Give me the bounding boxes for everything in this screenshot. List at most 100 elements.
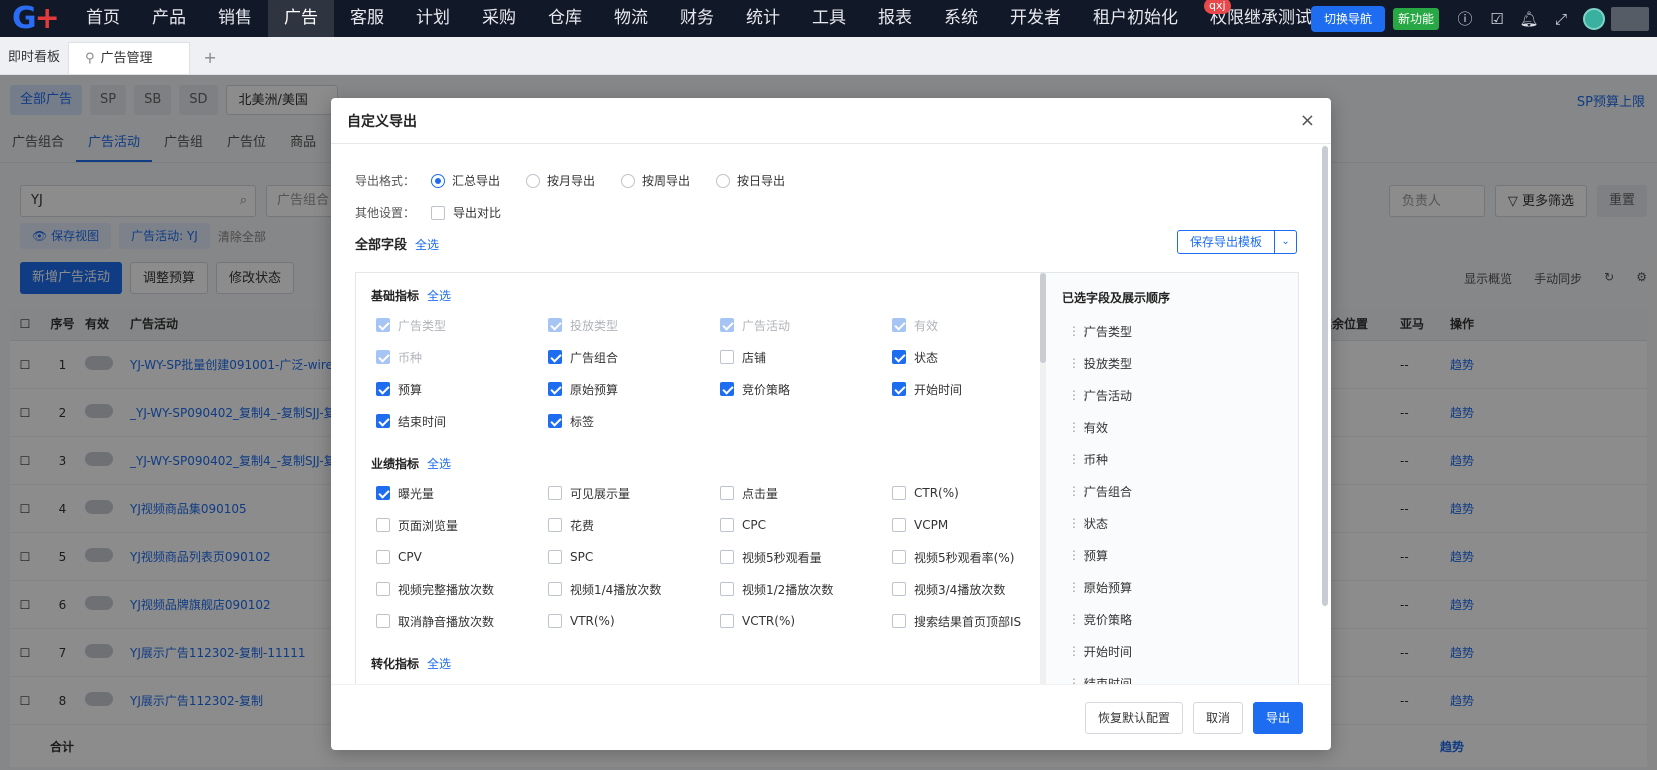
chevron-down-icon[interactable]: ⌄: [1275, 230, 1298, 254]
field-option[interactable]: 视频3/4播放次数: [892, 573, 1040, 605]
selected-field-item[interactable]: ⋮⋮ 结束时间: [1068, 667, 1288, 684]
export-compare-checkbox[interactable]: [431, 205, 445, 220]
field-checkbox[interactable]: [892, 550, 906, 564]
radio-button[interactable]: [431, 173, 445, 188]
fullscreen-icon[interactable]: ⤢: [1545, 10, 1577, 28]
field-option[interactable]: 视频1/2播放次数: [720, 573, 892, 605]
field-option[interactable]: 状态: [892, 341, 1040, 373]
new-feature-button[interactable]: 新功能: [1392, 7, 1439, 30]
field-checkbox[interactable]: [376, 614, 390, 628]
field-option[interactable]: 搜索结果首页顶部IS: [892, 605, 1040, 637]
user-name-block[interactable]: [1611, 6, 1649, 31]
selected-field-item[interactable]: ⋮⋮ 开始时间: [1068, 635, 1288, 667]
field-checkbox[interactable]: [720, 582, 734, 596]
field-checkbox[interactable]: [892, 382, 906, 396]
selected-field-item[interactable]: ⋮⋮ 投放类型: [1068, 347, 1288, 379]
export-button[interactable]: 导出: [1252, 701, 1303, 734]
radio-button[interactable]: [716, 173, 731, 188]
field-option[interactable]: 开始时间: [892, 373, 1040, 405]
field-option[interactable]: 直接成交销售额: [548, 677, 720, 684]
nav-item[interactable]: 开发者: [994, 0, 1077, 37]
nav-item[interactable]: 采购: [466, 0, 532, 37]
drag-handle-icon[interactable]: ⋮⋮: [1068, 452, 1091, 466]
nav-item[interactable]: 计划: [400, 0, 466, 37]
selected-field-item[interactable]: ⋮⋮ 原始预算: [1068, 571, 1288, 603]
group-select-all-link[interactable]: 全选: [427, 289, 451, 303]
selected-field-item[interactable]: ⋮⋮ 广告组合: [1068, 475, 1288, 507]
restore-default-button[interactable]: 恢复默认配置: [1084, 701, 1183, 734]
task-check-icon[interactable]: ☑: [1481, 10, 1513, 28]
app-logo[interactable]: G+: [0, 0, 70, 37]
format-radio[interactable]: 按日导出: [716, 172, 785, 189]
field-checkbox[interactable]: [548, 486, 562, 500]
field-option[interactable]: 结束时间: [376, 405, 548, 437]
field-checkbox[interactable]: [548, 582, 562, 596]
selected-field-item[interactable]: ⋮⋮ 预算: [1068, 539, 1288, 571]
radio-button[interactable]: [526, 173, 541, 188]
drag-handle-icon[interactable]: ⋮⋮: [1068, 644, 1091, 658]
field-checkbox[interactable]: [892, 350, 906, 364]
field-option[interactable]: 视频5秒观看率(%): [892, 541, 1040, 573]
nav-item[interactable]: 销售: [202, 0, 268, 37]
field-option[interactable]: VTR(%): [548, 605, 720, 637]
switch-navigation-button[interactable]: 切换导航: [1310, 5, 1385, 32]
field-checkbox[interactable]: [892, 518, 906, 532]
drag-handle-icon[interactable]: ⋮⋮: [1068, 676, 1091, 684]
add-tab-button[interactable]: +: [190, 42, 230, 74]
nav-item[interactable]: 客服: [334, 0, 400, 37]
field-option[interactable]: 原始预算: [548, 373, 720, 405]
selected-field-item[interactable]: ⋮⋮ 广告活动: [1068, 379, 1288, 411]
tab-dashboard[interactable]: 即时看板: [0, 42, 68, 74]
nav-item[interactable]: 工具: [796, 0, 862, 37]
field-option[interactable]: 页面浏览量: [376, 509, 548, 541]
field-checkbox[interactable]: [720, 550, 734, 564]
cancel-button[interactable]: 取消: [1192, 701, 1243, 734]
field-option[interactable]: 点击量: [720, 477, 892, 509]
field-option[interactable]: VCTR(%): [720, 605, 892, 637]
drag-handle-icon[interactable]: ⋮⋮: [1068, 548, 1091, 562]
nav-item[interactable]: 首页: [70, 0, 136, 37]
nav-item[interactable]: 广告: [268, 0, 334, 37]
field-option[interactable]: CPC: [720, 509, 892, 541]
selected-field-item[interactable]: ⋮⋮ 币种: [1068, 443, 1288, 475]
field-checkbox[interactable]: [548, 550, 562, 564]
field-option[interactable]: 广告组合: [548, 341, 720, 373]
field-option[interactable]: ACOS(%): [892, 677, 1040, 684]
group-select-all-link[interactable]: 全选: [427, 657, 451, 671]
format-radio[interactable]: 按周导出: [621, 172, 690, 189]
field-option[interactable]: 标签: [548, 405, 720, 437]
field-checkbox[interactable]: [548, 414, 562, 428]
info-icon[interactable]: ⓘ: [1449, 8, 1481, 29]
drag-handle-icon[interactable]: ⋮⋮: [1068, 516, 1091, 530]
group-select-all-link[interactable]: 全选: [427, 457, 451, 471]
drag-handle-icon[interactable]: ⋮⋮: [1068, 580, 1091, 594]
drag-handle-icon[interactable]: ⋮⋮: [1068, 484, 1091, 498]
select-all-fields-link[interactable]: 全选: [415, 238, 439, 252]
field-checkbox[interactable]: [376, 486, 390, 500]
field-checkbox[interactable]: [548, 350, 562, 364]
field-option[interactable]: 竞价策略: [720, 373, 892, 405]
nav-item[interactable]: 仓库: [532, 0, 598, 37]
dialog-scrollbar[interactable]: [1322, 146, 1328, 606]
field-option[interactable]: 间接成交销售额: [720, 677, 892, 684]
field-option[interactable]: 视频完整播放次数: [376, 573, 548, 605]
nav-item[interactable]: 系统: [928, 0, 994, 37]
field-checkbox[interactable]: [720, 486, 734, 500]
field-checkbox[interactable]: [548, 518, 562, 532]
radio-button[interactable]: [621, 173, 636, 188]
field-option[interactable]: 花费: [548, 509, 720, 541]
drag-handle-icon[interactable]: ⋮⋮: [1068, 612, 1091, 626]
nav-item[interactable]: 财务: [664, 0, 730, 37]
drag-handle-icon[interactable]: ⋮⋮: [1068, 388, 1091, 402]
field-checkbox[interactable]: [548, 382, 562, 396]
field-checkbox[interactable]: [720, 518, 734, 532]
selected-field-item[interactable]: ⋮⋮ 有效: [1068, 411, 1288, 443]
field-checkbox[interactable]: [376, 414, 390, 428]
nav-item[interactable]: 统计: [730, 0, 796, 37]
selected-field-item[interactable]: ⋮⋮ 竞价策略: [1068, 603, 1288, 635]
field-option[interactable]: 视频1/4播放次数: [548, 573, 720, 605]
pin-icon[interactable]: ⚲: [85, 51, 95, 66]
field-option[interactable]: 取消静音播放次数: [376, 605, 548, 637]
field-checkbox[interactable]: [376, 382, 390, 396]
selected-field-item[interactable]: ⋮⋮ 广告类型: [1068, 315, 1288, 347]
